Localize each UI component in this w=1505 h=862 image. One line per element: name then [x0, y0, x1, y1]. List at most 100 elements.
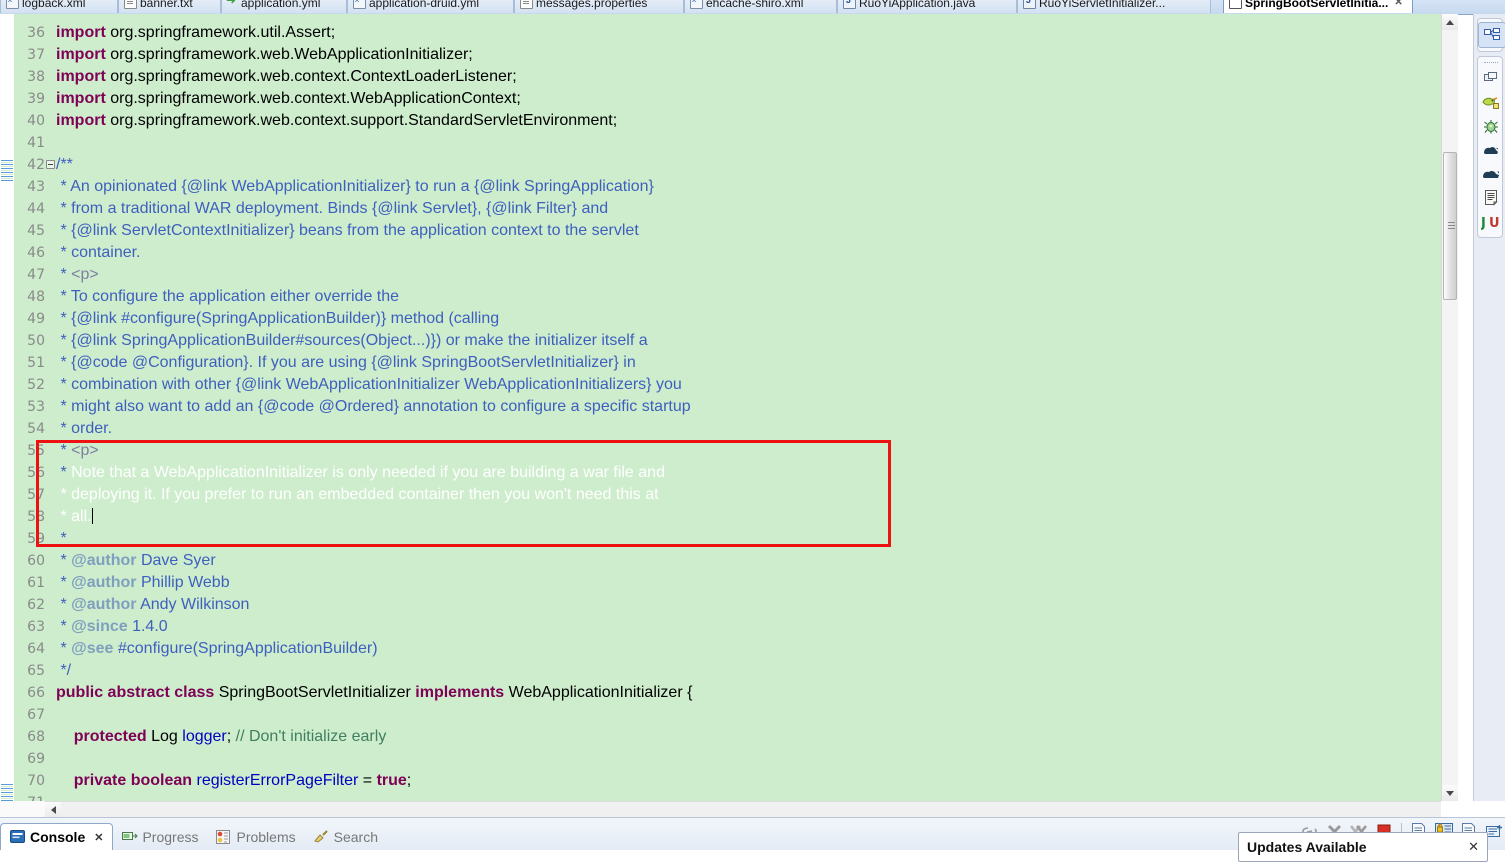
code-line[interactable]: import org.springframework.web.WebApplic… [56, 44, 473, 66]
code-token: @see [71, 640, 114, 657]
bottom-tab-problems[interactable]: Problems [207, 824, 304, 850]
editor-tab-application-yml[interactable]: application.yml [221, 0, 347, 13]
debug-view-icon[interactable] [1478, 114, 1504, 138]
close-icon[interactable]: ✕ [1468, 839, 1479, 855]
code-line[interactable]: * {@link ServletContextInitializer} bean… [56, 220, 638, 242]
close-icon[interactable]: ✕ [1394, 0, 1402, 8]
occurrence-marker[interactable] [1, 164, 13, 165]
occurrence-marker[interactable] [1, 168, 13, 169]
bottom-tab-console[interactable]: Console ✕ [0, 823, 114, 850]
code-token: true [376, 772, 407, 789]
code-line[interactable]: * @author Phillip Webb [56, 572, 229, 594]
scroll-left-button[interactable] [45, 802, 61, 818]
code-line[interactable]: import org.springframework.util.Assert; [56, 22, 335, 44]
occurrence-marker[interactable] [1, 798, 13, 799]
occurrence-marker[interactable] [1, 790, 13, 791]
code-token: * [56, 618, 72, 635]
occurrence-marker[interactable] [1, 172, 13, 173]
occurrence-marker[interactable] [1, 166, 13, 167]
occurrence-marker[interactable] [1, 176, 13, 177]
occurrence-marker[interactable] [1, 784, 13, 785]
code-line[interactable]: * <p> [56, 264, 98, 286]
outline-view-icon[interactable] [1478, 22, 1505, 48]
code-line[interactable]: * container. [56, 242, 140, 264]
code-line[interactable]: * order. [56, 418, 112, 440]
occurrence-marker[interactable] [1, 180, 13, 181]
code-line[interactable]: * <p> [56, 440, 98, 462]
updates-available-notification[interactable]: Updates Available ✕ [1238, 832, 1488, 862]
close-icon[interactable]: ✕ [94, 831, 103, 844]
code-line[interactable]: * @author Dave Syer [56, 550, 215, 572]
code-line[interactable]: * {@link #configure(SpringApplicationBui… [56, 308, 499, 330]
fold-collapse-icon[interactable] [46, 160, 55, 169]
occurrence-marker[interactable] [1, 794, 13, 795]
line-number: 40 [27, 113, 45, 129]
code-token: */ [56, 662, 72, 679]
occurrence-marker[interactable] [1, 792, 13, 793]
code-token: import [56, 46, 111, 63]
occurrence-marker[interactable] [1, 788, 13, 789]
vertical-scrollbar-thumb[interactable] [1443, 152, 1457, 300]
database-icon[interactable] [1478, 162, 1504, 186]
code-line[interactable]: public abstract class SpringBootServletI… [56, 682, 692, 704]
editor-horizontal-scrollbar[interactable] [45, 801, 1441, 818]
code-line[interactable]: * @author Andy Wilkinson [56, 594, 249, 616]
editor-tab-ruoyiapplication-java[interactable]: RuoYiApplication.java [837, 0, 1017, 13]
code-line[interactable]: * Note that a WebApplicationInitializer … [56, 462, 665, 484]
code-line[interactable]: * combination with other {@link WebAppli… [56, 374, 681, 396]
code-token: org.springframework.util.Assert; [110, 24, 336, 41]
code-editor[interactable]: 36 import org.springframework.util.Assert… [0, 14, 1441, 811]
code-line[interactable]: private boolean registerErrorPageFilter … [56, 770, 411, 792]
editor-tab-logback-xml[interactable]: logback.xml [0, 0, 118, 13]
code-line[interactable]: import org.springframework.web.context.W… [56, 88, 521, 110]
occurrence-marker[interactable] [1, 170, 13, 171]
bottom-tab-list: Console ✕ Progress Problems Search [0, 823, 387, 850]
git-staging-icon[interactable] [1478, 90, 1504, 114]
scroll-down-button[interactable] [1442, 785, 1458, 801]
code-line[interactable]: */ [56, 660, 71, 682]
bottom-tab-search[interactable]: Search [305, 824, 387, 850]
code-token: * [56, 552, 72, 569]
occurrence-marker[interactable] [1, 174, 13, 175]
code-line[interactable]: * An opinionated {@link WebApplicationIn… [56, 176, 653, 198]
occurrence-marker[interactable] [1, 160, 13, 161]
junit-view-icon[interactable]: J U [1478, 210, 1504, 234]
occurrence-marker[interactable] [1, 162, 13, 163]
code-line[interactable]: import org.springframework.web.context.s… [56, 110, 617, 132]
code-line[interactable]: * deploying it. If you prefer to run an … [56, 484, 658, 506]
code-line[interactable]: * @see #configure(SpringApplicationBuild… [56, 638, 377, 660]
editor-tab-springbootservletinitia[interactable]: SpringBootServletInitia... ✕ [1223, 0, 1413, 13]
code-line[interactable]: * {@link SpringApplicationBuilder#source… [56, 330, 647, 352]
code-token: * To configure the application either ov… [56, 288, 400, 305]
editor-marker-bar[interactable] [0, 14, 15, 803]
code-token: logger [182, 728, 227, 745]
editor-tab-ruoyiservletinitializer[interactable]: RuoYiServletInitializer... [1017, 0, 1211, 13]
code-line[interactable]: import org.springframework.web.context.C… [56, 66, 517, 88]
code-line[interactable]: * To configure the application either ov… [56, 286, 399, 308]
scroll-up-button[interactable] [1442, 14, 1458, 30]
editor-tab-application-druid-yml[interactable]: application-druid.yml [347, 0, 514, 13]
editor-tab-ehcache-shiro-xml[interactable]: ehcache-shiro.xml [684, 0, 837, 13]
snippets-view-icon[interactable] [1478, 66, 1504, 90]
code-line[interactable]: * [56, 528, 71, 550]
line-number: 43 [27, 179, 45, 195]
occurrence-marker[interactable] [1, 796, 13, 797]
editor-tab-banner-txt[interactable]: banner.txt [118, 0, 221, 13]
editor-tab-messages-properties[interactable]: messages.properties [514, 0, 684, 13]
bottom-tab-label: Progress [142, 828, 199, 845]
properties-view-icon[interactable] [1478, 186, 1504, 210]
code-token: * [56, 640, 72, 657]
code-token: import [56, 68, 111, 85]
bottom-tab-progress[interactable]: Progress [113, 824, 207, 850]
code-line[interactable]: protected Log logger; // Don't initializ… [56, 726, 387, 748]
data-source-explorer-icon[interactable] [1478, 138, 1504, 162]
code-line[interactable]: /** [56, 154, 73, 176]
code-line[interactable]: * might also want to add an {@code @Orde… [56, 396, 690, 418]
code-line[interactable]: * from a traditional WAR deployment. Bin… [56, 198, 608, 220]
code-line[interactable]: * all. [56, 506, 93, 528]
code-line[interactable]: * {@code @Configuration}. If you are usi… [56, 352, 635, 374]
occurrence-marker[interactable] [1, 178, 13, 179]
editor-vertical-scrollbar[interactable] [1441, 14, 1458, 801]
code-line[interactable]: * @since 1.4.0 [56, 616, 167, 638]
occurrence-marker[interactable] [1, 786, 13, 787]
